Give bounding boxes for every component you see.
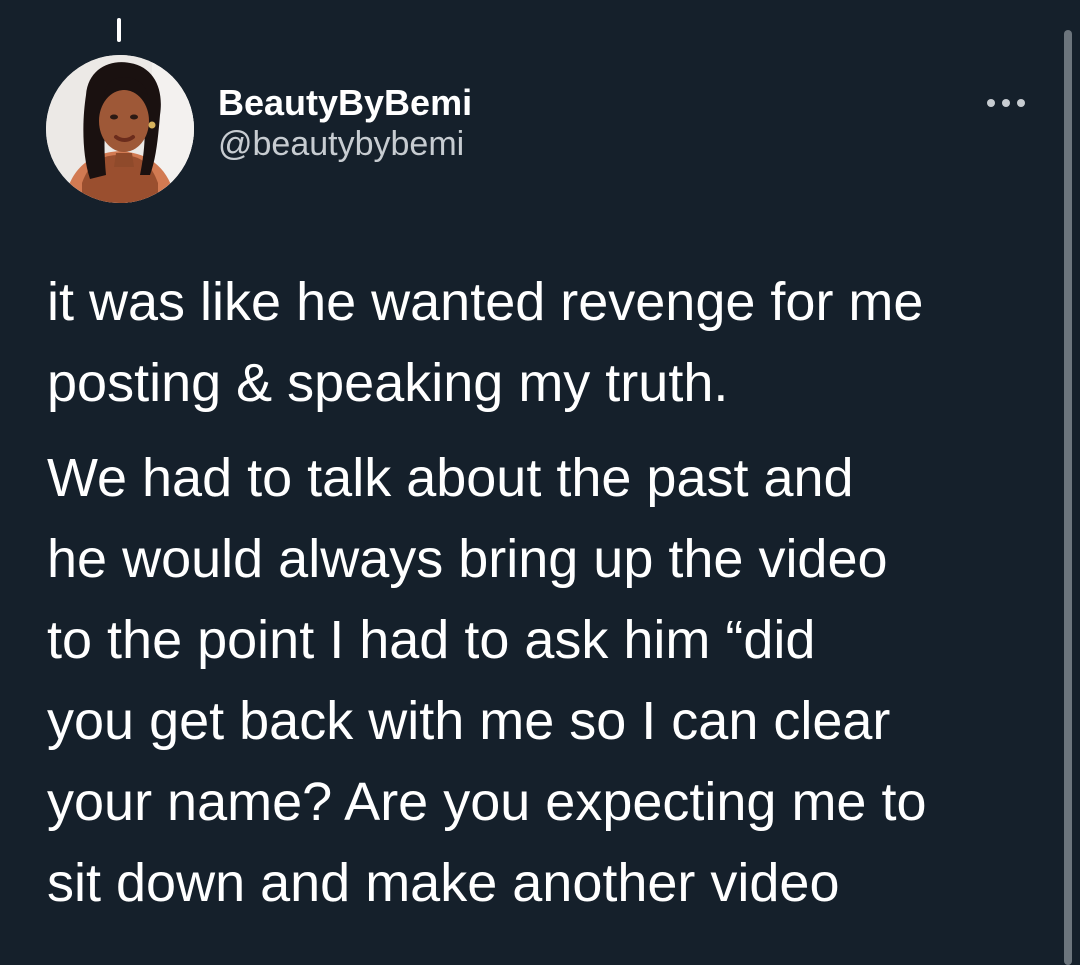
user-handle[interactable]: @beautybybemi [218, 123, 472, 165]
tweet: BeautyByBemi @beautybybemi it was like h… [0, 0, 1060, 965]
more-horizontal-icon [987, 99, 1025, 107]
avatar[interactable] [46, 55, 194, 203]
tweet-paragraph-1: it was like he wanted revenge for me pos… [47, 272, 924, 413]
display-name[interactable]: BeautyByBemi [218, 83, 472, 123]
tweet-header: BeautyByBemi @beautybybemi [46, 55, 1036, 203]
author-names: BeautyByBemi @beautybybemi [218, 83, 472, 165]
more-options-button[interactable] [976, 85, 1036, 121]
tweet-body: it was like he wanted revenge for me pos… [47, 262, 1047, 924]
thread-connector-line [117, 18, 121, 42]
scrollbar[interactable] [1064, 30, 1072, 965]
tweet-paragraph-2: We had to talk about the past and he wou… [47, 448, 927, 913]
avatar-photo [46, 55, 194, 203]
